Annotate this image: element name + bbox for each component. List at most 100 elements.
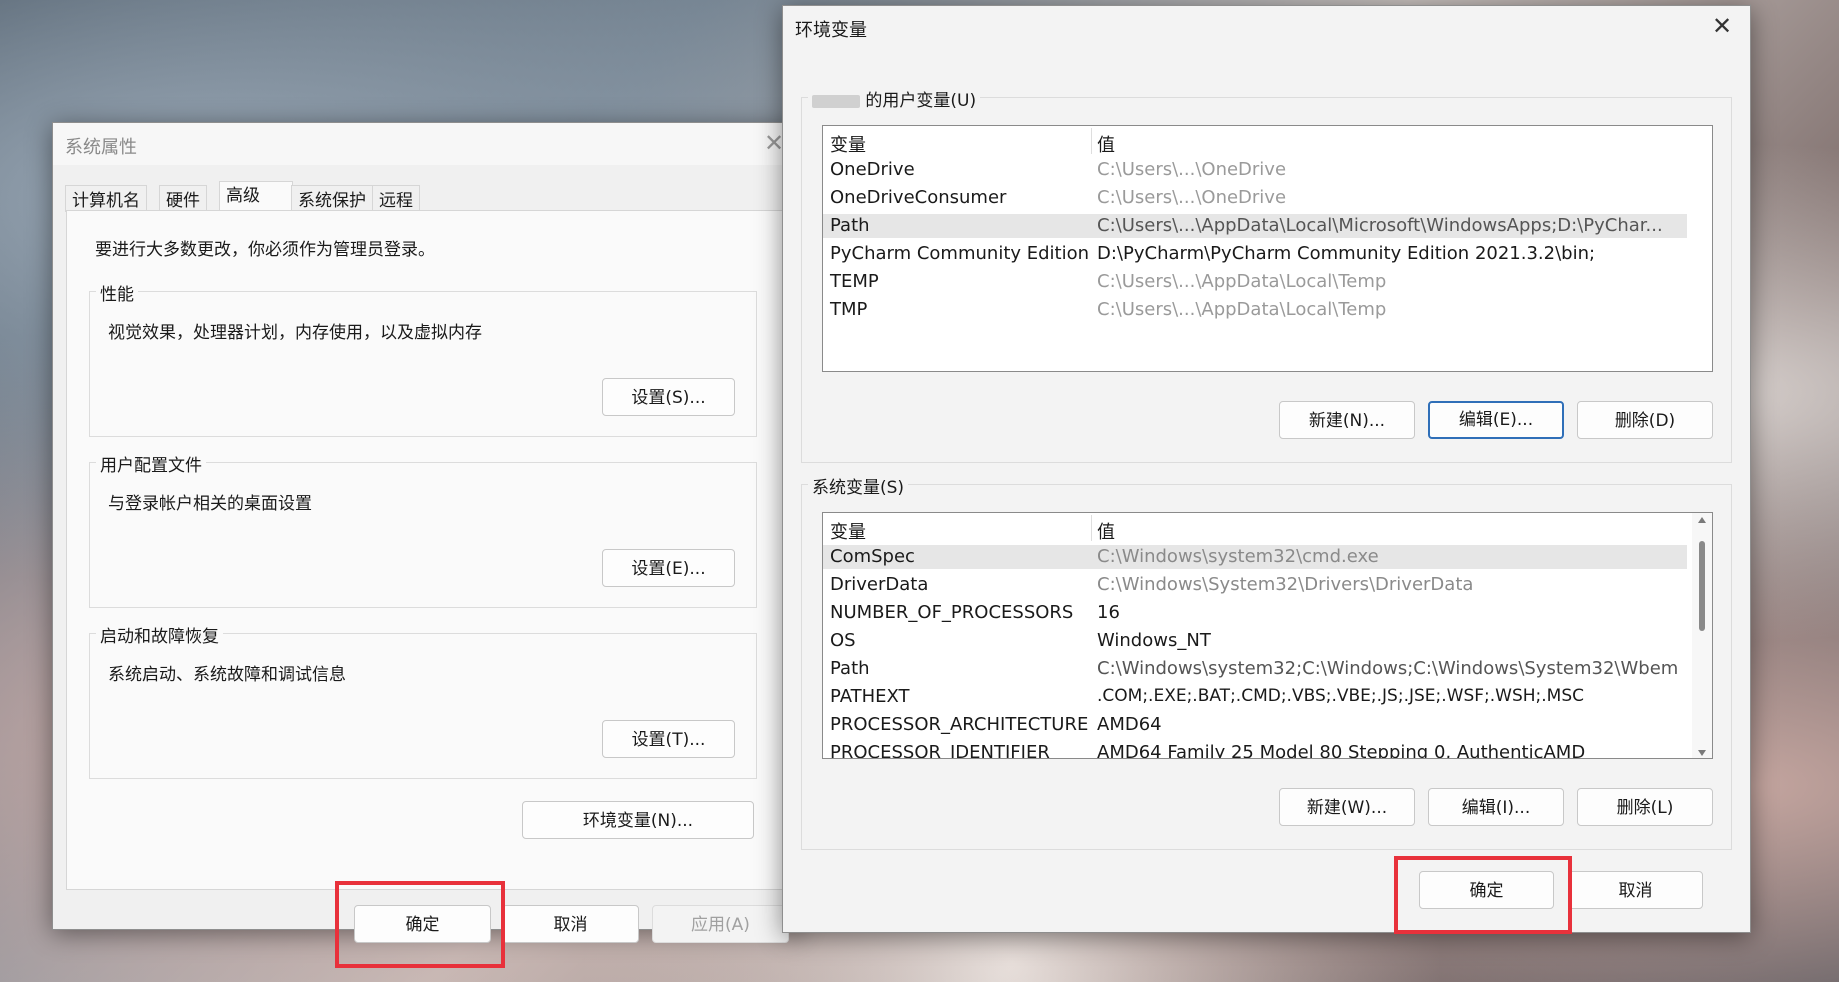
- list-item[interactable]: ComSpec C:\Windows\system32\cmd.exe: [823, 545, 1687, 569]
- tab-label: 系统保护: [298, 191, 366, 211]
- redacted-username: [812, 94, 860, 108]
- list-item[interactable]: PyCharm Community Edition D:\PyCharm\PyC…: [823, 242, 1712, 266]
- system-new-button[interactable]: 新建(W)...: [1279, 788, 1415, 826]
- sys-props-cancel-button[interactable]: 取消: [502, 905, 639, 943]
- var-name: Path: [830, 658, 870, 679]
- tab-label: 远程: [379, 191, 413, 211]
- col-header-variable[interactable]: 变量: [830, 518, 866, 544]
- user-new-button[interactable]: 新建(N)...: [1279, 401, 1415, 439]
- user-profiles-desc: 与登录帐户相关的桌面设置: [108, 494, 312, 514]
- user-profiles-settings-button[interactable]: 设置(E)...: [602, 549, 735, 587]
- list-item[interactable]: Path C:\Users\...\AppData\Local\Microsof…: [823, 214, 1687, 238]
- performance-group-label: 性能: [96, 280, 138, 305]
- scroll-down-icon[interactable]: [1698, 750, 1706, 756]
- var-value: .COM;.EXE;.BAT;.CMD;.VBS;.VBE;.JS;.JSE;.…: [1097, 686, 1585, 706]
- admin-note: 要进行大多数更改，你必须作为管理员登录。: [95, 240, 435, 260]
- var-name: Path: [830, 215, 870, 236]
- var-value: C:\Users\...\AppData\Local\Microsoft\Win…: [1097, 215, 1663, 236]
- var-name: TMP: [830, 299, 868, 320]
- system-properties-title: 系统属性: [65, 137, 137, 158]
- system-edit-button[interactable]: 编辑(I)...: [1428, 788, 1564, 826]
- system-delete-button[interactable]: 删除(L): [1577, 788, 1713, 826]
- scrollbar-thumb[interactable]: [1699, 541, 1705, 631]
- system-variables-group-label: 系统变量(S): [808, 473, 909, 498]
- var-value: C:\Users\...\AppData\Local\Temp: [1097, 299, 1387, 320]
- user-variables-list[interactable]: 变量 值 OneDrive C:\Users\...\OneDrive OneD…: [822, 125, 1713, 372]
- list-item[interactable]: PROCESSOR_IDENTIFIER AMD64 Family 25 Mod…: [823, 741, 1687, 759]
- list-item[interactable]: TMP C:\Users\...\AppData\Local\Temp: [823, 298, 1712, 322]
- highlight-box-env-ok: [1394, 856, 1572, 934]
- list-item[interactable]: DriverData C:\Windows\System32\Drivers\D…: [823, 573, 1687, 597]
- user-profiles-group: 用户配置文件 与登录帐户相关的桌面设置 设置(E)...: [89, 451, 757, 608]
- tab-remote[interactable]: 远程: [372, 185, 420, 212]
- vertical-scrollbar[interactable]: [1692, 513, 1712, 758]
- desktop: { "sys_props": { "title": "系统属性", "tabs"…: [0, 0, 1839, 982]
- col-header-variable[interactable]: 变量: [830, 131, 866, 157]
- list-item[interactable]: OneDriveConsumer C:\Users\...\OneDrive: [823, 186, 1712, 210]
- var-name: OS: [830, 630, 856, 651]
- var-name: OneDriveConsumer: [830, 187, 1007, 208]
- environment-variables-window: 环境变量 ✕ 的用户变量(U) 变量 值 OneDrive C:\Users\.…: [782, 5, 1751, 933]
- env-vars-title: 环境变量: [795, 20, 867, 41]
- var-name: PATHEXT: [830, 686, 910, 707]
- var-name: PyCharm Community Edition: [830, 243, 1090, 264]
- performance-desc: 视觉效果，处理器计划，内存使用，以及虚拟内存: [108, 323, 482, 343]
- list-item[interactable]: OneDrive C:\Users\...\OneDrive: [823, 158, 1712, 182]
- list-item[interactable]: PROCESSOR_ARCHITECTURE AMD64: [823, 713, 1687, 737]
- system-properties-titlebar[interactable]: 系统属性 ✕: [53, 123, 798, 165]
- tab-system-protection[interactable]: 系统保护: [291, 185, 373, 212]
- performance-settings-button[interactable]: 设置(S)...: [602, 378, 735, 416]
- user-variables-group-label: 的用户变量(U): [808, 86, 981, 111]
- var-value: C:\Windows\System32\Drivers\DriverData: [1097, 574, 1474, 595]
- tab-label: 计算机名: [72, 191, 140, 211]
- tab-bar: 计算机名 硬件 高级 系统保护 远程: [63, 181, 787, 213]
- user-variables-group: 的用户变量(U) 变量 值 OneDrive C:\Users\...\OneD…: [801, 86, 1732, 463]
- env-vars-titlebar[interactable]: 环境变量 ✕: [783, 6, 1750, 48]
- highlight-box-sys-ok: [335, 881, 505, 968]
- var-name: OneDrive: [830, 159, 915, 180]
- var-value: Windows_NT: [1097, 630, 1211, 651]
- var-value: C:\Users\...\AppData\Local\Temp: [1097, 271, 1387, 292]
- column-divider[interactable]: [1091, 128, 1092, 154]
- var-name: NUMBER_OF_PROCESSORS: [830, 602, 1074, 623]
- col-header-value[interactable]: 值: [1097, 518, 1115, 544]
- tab-label: 硬件: [166, 191, 200, 211]
- var-value: AMD64: [1097, 714, 1162, 735]
- performance-group: 性能 视觉效果，处理器计划，内存使用，以及虚拟内存 设置(S)...: [89, 280, 757, 437]
- col-header-value[interactable]: 值: [1097, 131, 1115, 157]
- tab-hardware[interactable]: 硬件: [159, 185, 207, 212]
- var-value: C:\Users\...\OneDrive: [1097, 159, 1287, 180]
- list-header: 变量 值: [823, 513, 1712, 543]
- var-name: PROCESSOR_ARCHITECTURE: [830, 714, 1089, 735]
- var-value: C:\Windows\system32;C:\Windows;C:\Window…: [1097, 658, 1677, 679]
- var-name: TEMP: [830, 271, 879, 292]
- advanced-tab-panel: 要进行大多数更改，你必须作为管理员登录。 性能 视觉效果，处理器计划，内存使用，…: [66, 210, 784, 890]
- startup-recovery-settings-button[interactable]: 设置(T)...: [602, 720, 735, 758]
- var-value: C:\Windows\system32\cmd.exe: [1097, 546, 1379, 567]
- env-vars-cancel-button[interactable]: 取消: [1568, 871, 1703, 909]
- list-item[interactable]: TEMP C:\Users\...\AppData\Local\Temp: [823, 270, 1712, 294]
- startup-recovery-group: 启动和故障恢复 系统启动、系统故障和调试信息 设置(T)...: [89, 622, 757, 779]
- tab-advanced[interactable]: 高级: [219, 181, 293, 213]
- column-divider[interactable]: [1091, 515, 1092, 541]
- var-name: PROCESSOR_IDENTIFIER: [830, 742, 1050, 759]
- user-profiles-group-label: 用户配置文件: [96, 451, 206, 476]
- sys-props-apply-button[interactable]: 应用(A): [652, 905, 789, 943]
- environment-variables-button[interactable]: 环境变量(N)...: [522, 801, 754, 839]
- list-item[interactable]: OS Windows_NT: [823, 629, 1687, 653]
- list-item[interactable]: NUMBER_OF_PROCESSORS 16: [823, 601, 1687, 625]
- user-delete-button[interactable]: 删除(D): [1577, 401, 1713, 439]
- close-icon[interactable]: ✕: [1708, 14, 1736, 40]
- system-variables-group: 系统变量(S) 变量 值 ComSpec C:\Windows\system32…: [801, 473, 1732, 850]
- tab-computer-name[interactable]: 计算机名: [65, 185, 147, 212]
- list-item[interactable]: PATHEXT .COM;.EXE;.BAT;.CMD;.VBS;.VBE;.J…: [823, 685, 1687, 709]
- system-variables-list[interactable]: 变量 值 ComSpec C:\Windows\system32\cmd.exe…: [822, 512, 1713, 759]
- list-item[interactable]: Path C:\Windows\system32;C:\Windows;C:\W…: [823, 657, 1687, 681]
- startup-recovery-group-label: 启动和故障恢复: [96, 622, 223, 647]
- user-edit-button[interactable]: 编辑(E)...: [1428, 401, 1564, 439]
- var-value: AMD64 Family 25 Model 80 Stepping 0, Aut…: [1097, 742, 1586, 759]
- scroll-up-icon[interactable]: [1698, 517, 1706, 523]
- tab-label: 高级: [226, 186, 260, 206]
- var-name: DriverData: [830, 574, 929, 595]
- var-value: 16: [1097, 602, 1120, 623]
